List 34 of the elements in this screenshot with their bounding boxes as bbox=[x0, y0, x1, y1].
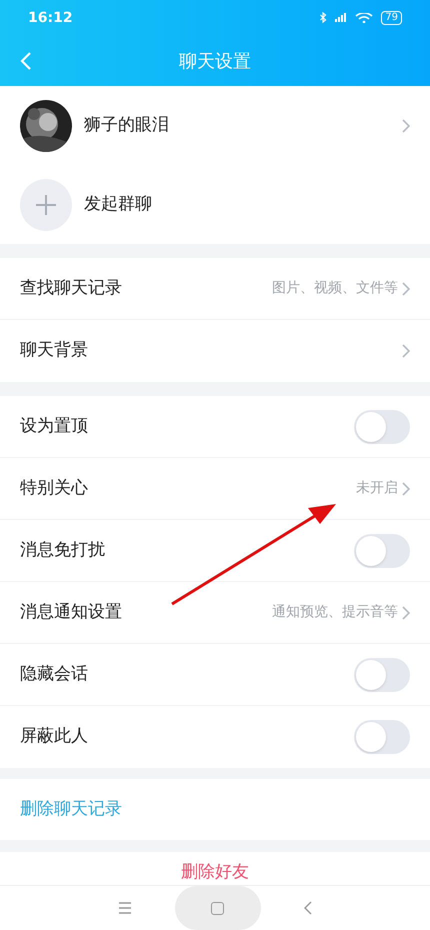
group-chat-label: 发起群聊 bbox=[84, 193, 152, 216]
row-label: 聊天背景 bbox=[20, 339, 88, 362]
row-value: 未开启 bbox=[356, 479, 398, 498]
row-value: 通知预览、提示音等 bbox=[272, 603, 398, 622]
chevron-right-icon bbox=[402, 119, 410, 133]
row-label: 隐藏会话 bbox=[20, 662, 88, 686]
wifi-icon bbox=[355, 13, 374, 23]
row-label: 屏蔽此人 bbox=[20, 725, 88, 748]
row-label: 消息免打扰 bbox=[20, 538, 105, 562]
chevron-right-icon bbox=[402, 282, 410, 296]
contact-name: 狮子的眼泪 bbox=[84, 114, 169, 138]
contact-row[interactable]: 狮子的眼泪 bbox=[20, 86, 410, 166]
row-value: 图片、视频、文件等 bbox=[272, 279, 398, 298]
toggle-switch[interactable] bbox=[354, 534, 410, 568]
toggle-switch[interactable] bbox=[354, 658, 410, 692]
row-label: 特别关心 bbox=[20, 476, 88, 500]
signal-icon bbox=[335, 13, 348, 23]
plus-icon bbox=[20, 179, 72, 231]
group-chat-row[interactable]: 发起群聊 bbox=[20, 166, 410, 244]
battery-icon: 79 bbox=[381, 11, 402, 25]
row-label: 查找聊天记录 bbox=[20, 276, 122, 300]
menu-icon[interactable] bbox=[118, 902, 132, 914]
back-icon[interactable] bbox=[304, 901, 312, 915]
chevron-right-icon bbox=[402, 344, 410, 358]
bluetooth-icon bbox=[319, 12, 328, 24]
row-label: 设为置顶 bbox=[20, 414, 88, 438]
home-button[interactable] bbox=[174, 886, 261, 930]
status-time: 16:12 bbox=[28, 8, 73, 28]
chevron-right-icon bbox=[402, 482, 410, 496]
row-label: 消息通知设置 bbox=[20, 600, 122, 624]
chevron-right-icon bbox=[402, 606, 410, 620]
toggle-switch[interactable] bbox=[354, 410, 410, 444]
toggle-switch[interactable] bbox=[354, 720, 410, 754]
page-title: 聊天设置 bbox=[179, 50, 251, 74]
